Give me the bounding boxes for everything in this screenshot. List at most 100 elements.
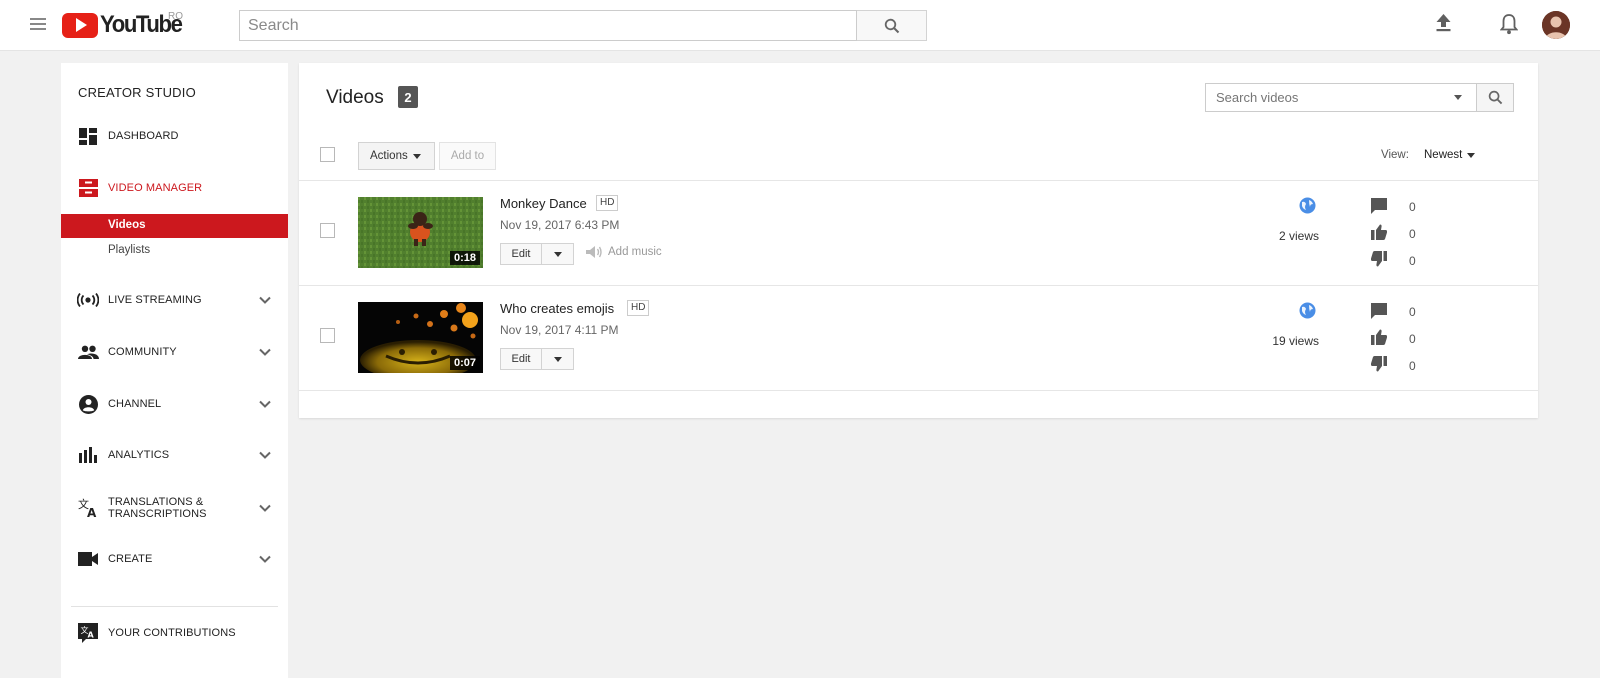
video-row: 0:18 Monkey Dance HD Nov 19, 2017 6:43 P… bbox=[299, 181, 1538, 286]
chevron-down-icon[interactable] bbox=[259, 400, 271, 408]
upload-icon[interactable] bbox=[1435, 13, 1452, 33]
hd-badge: HD bbox=[627, 300, 650, 316]
chevron-down-icon[interactable] bbox=[259, 451, 271, 459]
sidebar-item-create[interactable]: CREATE bbox=[61, 539, 288, 579]
search-videos-input[interactable] bbox=[1205, 83, 1476, 112]
chevron-down-icon[interactable] bbox=[259, 348, 271, 356]
sidebar-item-label: LIVE STREAMING bbox=[108, 294, 202, 306]
creator-studio-title: CREATOR STUDIO bbox=[78, 85, 196, 100]
caret-down-icon bbox=[1467, 152, 1476, 158]
actions-dropdown-button[interactable]: Actions bbox=[358, 142, 435, 170]
dislike-count: 0 bbox=[1409, 359, 1416, 373]
view-count: 19 views bbox=[1272, 334, 1319, 348]
sidebar-item-label: ANALYTICS bbox=[108, 449, 170, 461]
comment-count: 0 bbox=[1409, 200, 1416, 214]
sidebar-item-label: DASHBOARD bbox=[108, 130, 179, 142]
chevron-down-icon[interactable] bbox=[259, 296, 271, 304]
public-globe-icon bbox=[1299, 302, 1316, 319]
sidebar-item-your-contributions[interactable]: 文A YOUR CONTRIBUTIONS bbox=[61, 613, 288, 653]
video-manager-icon bbox=[77, 177, 99, 199]
video-title-link[interactable]: Who creates emojis bbox=[500, 301, 614, 316]
sidebar-item-dashboard[interactable]: DASHBOARD bbox=[61, 116, 288, 156]
view-sort-value: Newest bbox=[1424, 149, 1463, 161]
like-count: 0 bbox=[1409, 227, 1416, 241]
live-streaming-icon bbox=[77, 289, 99, 311]
play-logo-icon bbox=[62, 12, 98, 38]
video-title-link[interactable]: Monkey Dance bbox=[500, 196, 587, 211]
view-sort-select[interactable]: Newest bbox=[1424, 149, 1476, 161]
sidebar-item-label: VIDEO MANAGER bbox=[108, 182, 203, 194]
svg-text:A: A bbox=[88, 631, 95, 640]
thumbs-up-icon bbox=[1371, 329, 1387, 345]
sidebar-item-channel[interactable]: CHANNEL bbox=[61, 384, 288, 424]
comment-count: 0 bbox=[1409, 305, 1416, 319]
sidebar-item-label: YOUR CONTRIBUTIONS bbox=[108, 627, 236, 639]
channel-icon bbox=[77, 393, 99, 415]
chevron-down-icon[interactable] bbox=[259, 555, 271, 563]
sidebar-item-label: CHANNEL bbox=[108, 398, 162, 410]
community-icon bbox=[77, 341, 99, 363]
search-button[interactable] bbox=[857, 10, 927, 41]
video-search-bar bbox=[1205, 83, 1514, 112]
search-input[interactable] bbox=[239, 10, 857, 41]
comment-icon bbox=[1371, 303, 1387, 319]
video-thumbnail[interactable]: 0:07 bbox=[358, 302, 483, 373]
dislike-count: 0 bbox=[1409, 254, 1416, 268]
edit-button[interactable]: Edit bbox=[500, 243, 542, 265]
select-all-checkbox[interactable] bbox=[320, 147, 335, 162]
search-icon bbox=[1488, 90, 1502, 105]
video-date: Nov 19, 2017 4:11 PM bbox=[500, 323, 619, 337]
sidebar-divider bbox=[71, 606, 278, 607]
notifications-bell-icon[interactable] bbox=[1500, 13, 1518, 35]
sidebar-item-translations[interactable]: 文A TRANSLATIONS & TRANSCRIPTIONS bbox=[61, 488, 288, 528]
top-bar: YouTube RO bbox=[0, 0, 1600, 51]
add-music-label: Add music bbox=[608, 246, 662, 258]
edit-button-group: Edit bbox=[500, 243, 574, 265]
actions-label: Actions bbox=[370, 150, 408, 162]
sidebar-item-video-manager[interactable]: VIDEO MANAGER bbox=[61, 168, 288, 208]
edit-dropdown-button[interactable] bbox=[542, 348, 574, 370]
sidebar-item-community[interactable]: COMMUNITY bbox=[61, 332, 288, 372]
add-to-button[interactable]: Add to bbox=[439, 142, 496, 170]
caret-down-icon bbox=[553, 356, 562, 362]
caret-down-icon bbox=[412, 153, 421, 159]
video-select-checkbox[interactable] bbox=[320, 223, 335, 238]
contributions-icon: 文A bbox=[77, 622, 99, 644]
edit-button[interactable]: Edit bbox=[500, 348, 542, 370]
sidebar-item-live-streaming[interactable]: LIVE STREAMING bbox=[61, 280, 288, 320]
edit-button-group: Edit bbox=[500, 348, 574, 370]
country-code: RO bbox=[168, 11, 183, 22]
svg-text:A: A bbox=[87, 506, 97, 518]
video-duration: 0:07 bbox=[449, 356, 480, 370]
search-bar bbox=[239, 10, 927, 41]
speaker-icon bbox=[586, 246, 602, 258]
thumbs-down-icon bbox=[1371, 356, 1387, 372]
avatar[interactable] bbox=[1542, 11, 1570, 39]
comment-icon bbox=[1371, 198, 1387, 214]
video-manager-panel: Videos 2 Actions Add to View: Newest bbox=[299, 63, 1538, 418]
video-thumbnail[interactable]: 0:18 bbox=[358, 197, 483, 268]
chevron-down-icon[interactable] bbox=[259, 504, 271, 512]
page-title: Videos bbox=[326, 87, 384, 108]
sidebar-item-label: COMMUNITY bbox=[108, 346, 177, 358]
search-filter-dropdown-icon[interactable] bbox=[1454, 95, 1462, 100]
video-duration: 0:18 bbox=[449, 251, 480, 265]
thumbs-up-icon bbox=[1371, 224, 1387, 240]
sidebar-subitem-playlists[interactable]: Playlists bbox=[61, 239, 288, 263]
video-date: Nov 19, 2017 6:43 PM bbox=[500, 218, 620, 232]
sidebar-item-analytics[interactable]: ANALYTICS bbox=[61, 435, 288, 475]
translate-icon: 文A bbox=[77, 497, 99, 519]
edit-dropdown-button[interactable] bbox=[542, 243, 574, 265]
add-music-button[interactable]: Add music bbox=[585, 245, 662, 259]
sidebar-item-label: CREATE bbox=[108, 553, 153, 565]
view-label: View: bbox=[1381, 149, 1409, 161]
sidebar-subitem-label: Videos bbox=[108, 219, 146, 231]
sidebar-item-label: TRANSLATIONS & TRANSCRIPTIONS bbox=[108, 496, 207, 520]
dashboard-icon bbox=[77, 125, 99, 147]
search-videos-button[interactable] bbox=[1476, 83, 1514, 112]
sidebar-subitem-videos[interactable]: Videos bbox=[61, 214, 288, 238]
create-icon bbox=[77, 548, 99, 570]
hamburger-menu-icon[interactable] bbox=[30, 18, 46, 32]
view-count: 2 views bbox=[1278, 229, 1319, 243]
video-select-checkbox[interactable] bbox=[320, 328, 335, 343]
